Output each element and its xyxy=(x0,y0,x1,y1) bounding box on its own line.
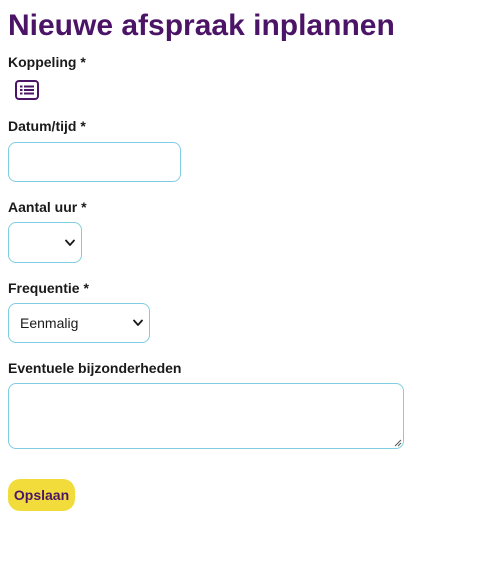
page-title: Nieuwe afspraak inplannen xyxy=(8,9,395,42)
frequentie-select[interactable]: Eenmalig xyxy=(8,303,150,343)
chevron-down-icon xyxy=(133,319,143,326)
datum-tijd-input[interactable] xyxy=(8,142,181,182)
frequentie-label: Frequentie * xyxy=(8,280,89,296)
datum-tijd-label: Datum/tijd * xyxy=(8,118,86,134)
bijzonderheden-textarea[interactable] xyxy=(8,383,404,449)
koppeling-label: Koppeling * xyxy=(8,54,86,70)
frequentie-selected-value: Eenmalig xyxy=(20,315,79,331)
aantal-uur-label: Aantal uur * xyxy=(8,199,87,215)
chevron-down-icon xyxy=(65,239,75,246)
bijzonderheden-label: Eventuele bijzonderheden xyxy=(8,360,182,376)
resize-handle-icon[interactable] xyxy=(394,439,402,447)
list-icon xyxy=(15,80,39,100)
aantal-uur-select[interactable] xyxy=(8,222,82,263)
save-button[interactable]: Opslaan xyxy=(8,479,75,511)
koppeling-list-button[interactable] xyxy=(14,79,40,101)
